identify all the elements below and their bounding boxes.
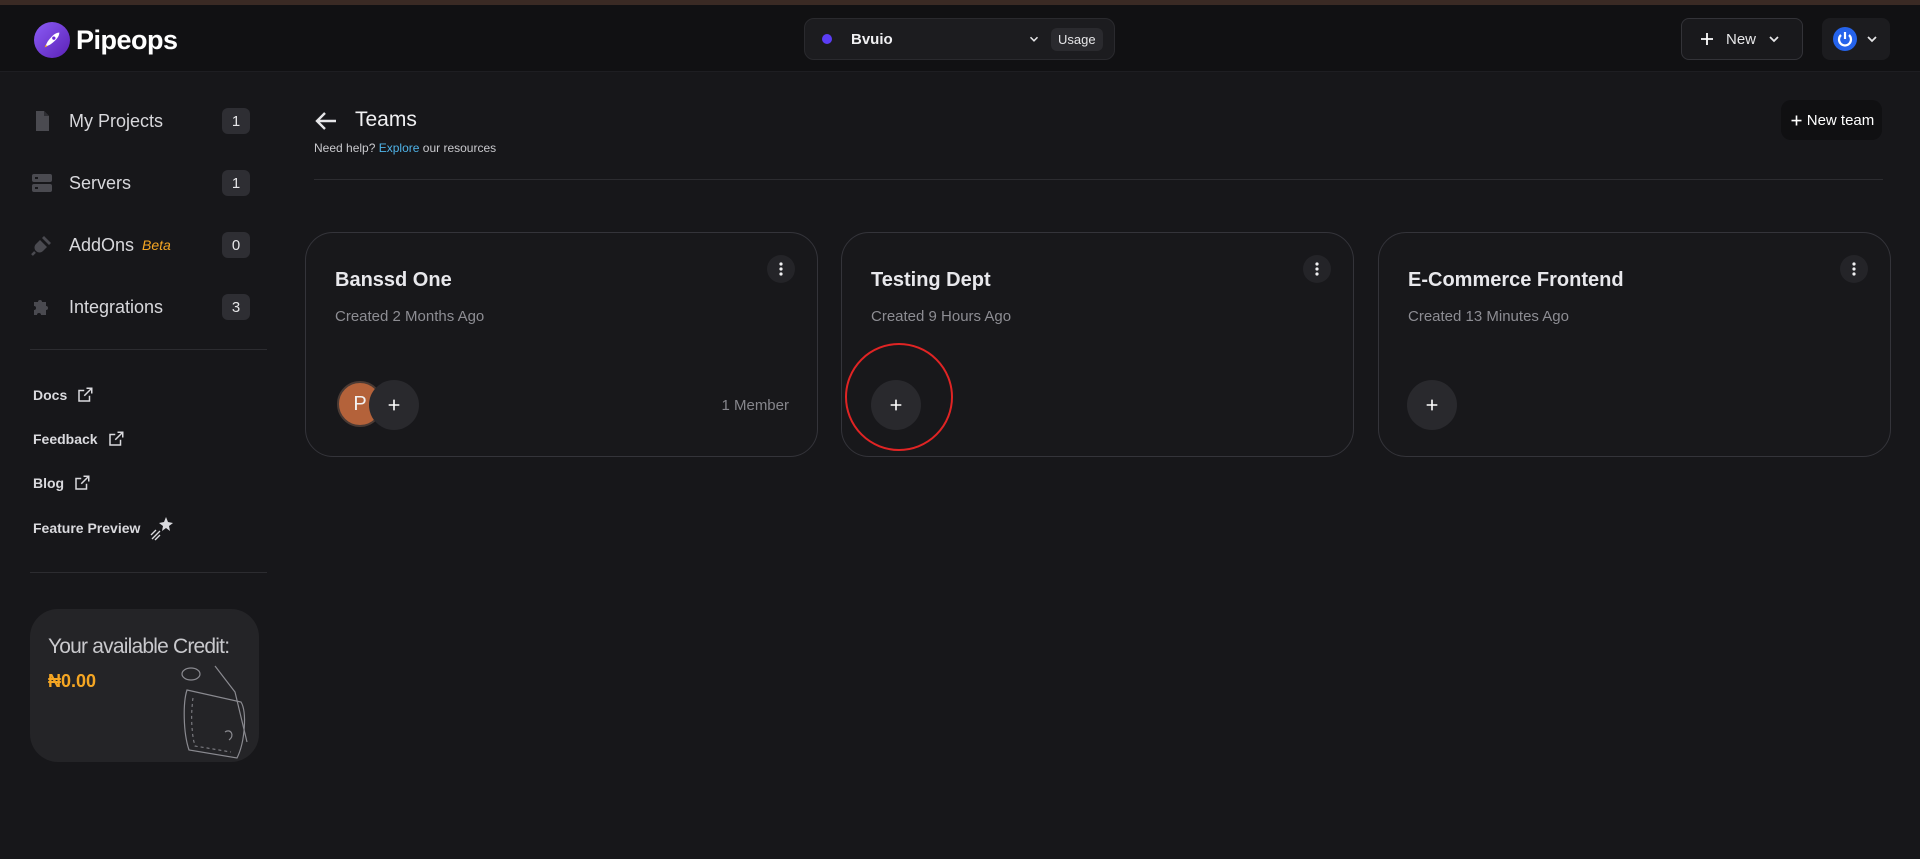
content-divider [314,179,1883,180]
help-suffix: our resources [422,141,497,155]
server-icon [32,174,52,192]
feedback-link-label: Feedback [33,431,98,447]
sidebar-item-label: AddOns [69,234,135,255]
team-card[interactable]: Banssd One Created 2 Months Ago P 1 Memb… [305,232,818,457]
team-card[interactable]: E-Commerce Frontend Created 13 Minutes A… [1378,232,1891,457]
add-member-button[interactable] [1407,380,1457,430]
sidebar-item-label: Servers [69,172,132,193]
project-name: Bvuio [851,30,893,48]
external-link-icon [108,431,124,446]
plus-icon [1791,115,1802,125]
plus-icon [388,399,400,411]
usage-button[interactable]: Usage [1051,27,1103,51]
rocket-icon [34,22,70,58]
highlight-annotation [845,343,953,451]
count-badge: 3 [222,294,250,320]
sidebar-item-my-projects[interactable]: My Projects 1 [30,105,250,137]
top-header: Pipeops Bvuio Usage New [0,5,1920,72]
team-created: Created 13 Minutes Ago [1408,308,1569,325]
new-team-label: New team [1806,111,1875,129]
new-team-button[interactable]: New team [1781,100,1882,140]
external-link-icon [78,387,93,402]
sidebar-item-label: My Projects [69,110,164,131]
chevron-down-icon [1769,36,1779,43]
team-name: E-Commerce Frontend [1408,269,1624,291]
sidebar-item-addons[interactable]: AddOns Beta 0 [30,229,250,261]
chevron-down-icon [1867,36,1877,43]
user-menu-button[interactable] [1822,18,1890,60]
power-icon [1833,27,1857,51]
credit-title: Your available Credit: [48,635,230,658]
more-options-icon[interactable] [1840,255,1868,283]
plus-icon [1426,399,1438,411]
help-text: Need help? Explore our resources [314,141,496,155]
page-title: Teams [355,108,417,131]
member-count: 1 Member [721,397,789,414]
blog-link[interactable]: Blog [33,472,91,494]
add-member-button[interactable] [369,380,419,430]
sidebar: My Projects 1 Servers 1 AddOns Beta 0 In… [0,72,270,859]
credit-amount: ₦0.00 [48,671,97,691]
help-prefix: Need help? [314,141,376,155]
team-name: Banssd One [335,269,452,291]
external-link-icon [75,475,90,490]
team-name: Testing Dept [871,269,991,291]
sidebar-divider [30,349,267,350]
back-arrow-icon[interactable] [314,110,338,132]
app-logo[interactable]: Pipeops [34,22,178,58]
sidebar-divider [30,572,267,573]
more-options-icon[interactable] [1303,255,1331,283]
project-switcher[interactable]: Bvuio Usage [804,18,1115,60]
app-name: Pipeops [76,24,178,55]
team-created: Created 2 Months Ago [335,308,485,325]
team-created: Created 9 Hours Ago [871,308,1012,325]
project-status-dot [822,34,832,44]
docs-link-label: Docs [33,387,68,403]
feedback-link[interactable]: Feedback [33,428,125,450]
blog-link-label: Blog [33,475,65,491]
sidebar-item-label: Integrations [69,296,164,317]
new-button[interactable]: New [1681,18,1803,60]
plug-icon [31,236,51,256]
new-button-label: New [1726,30,1757,48]
more-options-icon[interactable] [767,255,795,283]
plus-icon [1701,33,1713,45]
feature-preview-link[interactable]: Feature Preview [33,517,175,541]
feature-preview-label: Feature Preview [33,520,141,536]
puzzle-icon [34,300,48,315]
docs-link[interactable]: Docs [33,384,94,406]
credit-card: Your available Credit: ₦0.00 [30,609,259,762]
count-badge: 1 [222,108,250,134]
count-badge: 1 [222,170,250,196]
beta-badge: Beta [142,237,171,253]
count-badge: 0 [222,232,250,258]
sidebar-item-integrations[interactable]: Integrations 3 [30,291,250,323]
explore-link[interactable]: Explore [379,141,420,155]
file-icon [36,111,49,131]
sparkle-icon [150,517,174,541]
chevron-down-icon[interactable] [1027,32,1041,46]
wallet-illustration [181,665,248,759]
sidebar-item-servers[interactable]: Servers 1 [30,167,250,199]
